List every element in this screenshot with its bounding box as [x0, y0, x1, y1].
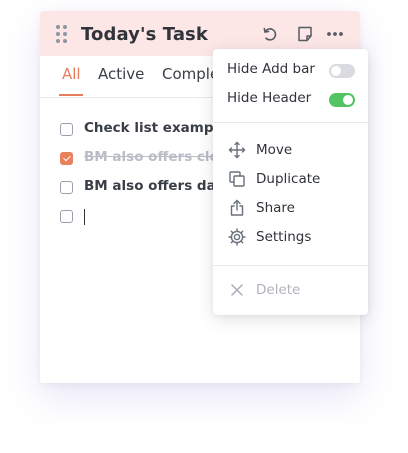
hide-header-toggle[interactable]: [329, 93, 355, 107]
close-icon: [228, 281, 246, 299]
move-icon: [228, 141, 246, 159]
card-title: Today's Task: [81, 24, 208, 45]
menu-item-label: Hide Add bar: [227, 61, 315, 77]
refresh-icon[interactable]: [260, 24, 280, 44]
text-cursor: [84, 209, 85, 225]
gear-icon: [228, 228, 246, 246]
menu-item-share[interactable]: Share: [213, 197, 368, 221]
task-text[interactable]: BM also offers clou: [84, 149, 228, 165]
duplicate-icon: [228, 170, 246, 188]
task-checkbox[interactable]: [60, 123, 73, 136]
menu-item-label: Share: [256, 200, 295, 216]
tab-all[interactable]: All: [62, 65, 81, 83]
active-tab-indicator: [59, 94, 83, 96]
menu-item-label: Delete: [256, 282, 301, 298]
menu-item-label: Move: [256, 142, 293, 158]
menu-item-label: Settings: [256, 229, 312, 245]
menu-item-duplicate[interactable]: Duplicate: [213, 168, 368, 192]
menu-item-move[interactable]: Move: [213, 139, 368, 163]
menu-item-delete[interactable]: Delete: [213, 279, 368, 303]
task-text[interactable]: BM also offers data: [84, 178, 231, 194]
menu-item-hide-add-bar[interactable]: Hide Add bar: [213, 58, 368, 82]
tab-completed[interactable]: Comple: [162, 65, 219, 83]
tab-active[interactable]: Active: [98, 65, 144, 83]
menu-item-hide-header[interactable]: Hide Header: [213, 87, 368, 111]
drag-handle-icon[interactable]: [55, 24, 69, 44]
share-icon: [228, 199, 246, 217]
task-checkbox[interactable]: [60, 210, 73, 223]
menu-item-label: Hide Header: [227, 90, 312, 106]
task-text[interactable]: Check list example: [84, 120, 227, 136]
more-icon[interactable]: [325, 24, 345, 44]
menu-item-settings[interactable]: Settings: [213, 226, 368, 250]
task-checkbox[interactable]: [60, 181, 73, 194]
menu-divider: [213, 122, 368, 123]
note-icon[interactable]: [295, 24, 315, 44]
task-checkbox[interactable]: [60, 152, 73, 165]
menu-divider: [213, 265, 368, 266]
menu-item-label: Duplicate: [256, 171, 321, 187]
hide-add-bar-toggle[interactable]: [329, 64, 355, 78]
options-menu: Hide Add bar Hide Header Move Duplicate: [213, 49, 368, 315]
